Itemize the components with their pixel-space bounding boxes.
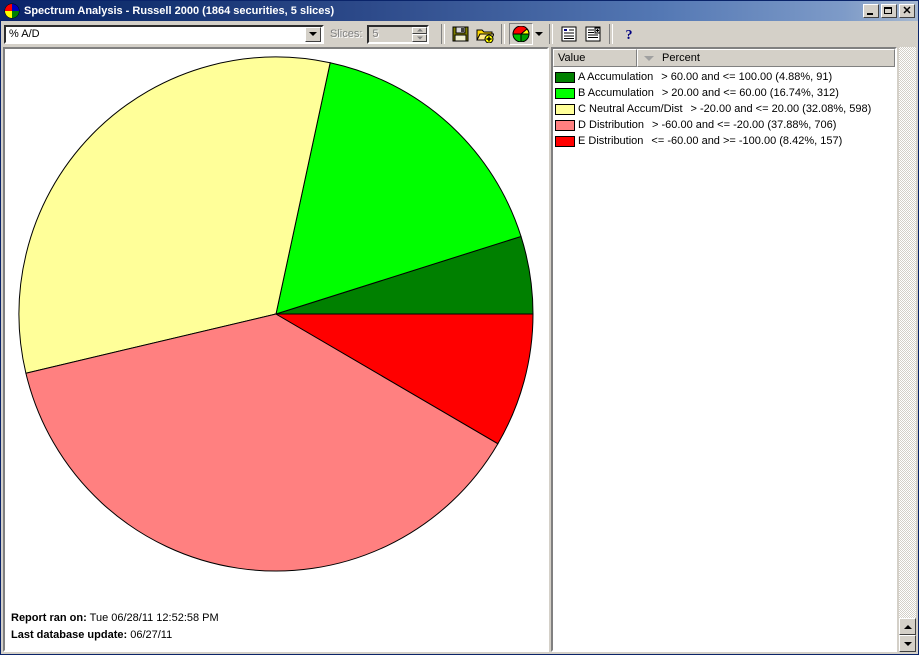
close-icon: ✕ (902, 5, 912, 17)
legend-row-label: C Neutral Accum/Dist (578, 103, 683, 115)
legend-row[interactable]: E Distribution <= -60.00 and >= -100.00 (… (555, 133, 895, 149)
report-ran-value: Tue 06/28/11 12:52:58 PM (89, 612, 219, 624)
report-ran-line: Report ran on: Tue 06/28/11 12:52:58 PM (11, 610, 219, 627)
legend-row-label: A Accumulation (578, 71, 654, 83)
pie-chart[interactable] (5, 49, 547, 650)
legend-color-swatch (555, 135, 575, 147)
legend-header: Value Percent (553, 49, 895, 67)
open-add-button[interactable] (473, 23, 497, 45)
legend-column-percent[interactable]: Percent (637, 49, 895, 67)
legend-row-label: B Accumulation (578, 87, 654, 99)
window-controls: ✕ (863, 4, 916, 18)
pie-chart-svg[interactable] (5, 49, 547, 605)
question-mark-icon: ? (626, 28, 633, 42)
toolbar: % A/D Slices: 5 ? (1, 21, 918, 47)
legend-row-label: E Distribution (578, 135, 644, 147)
report-ran-label: Report ran on: (11, 612, 87, 624)
application-window: Spectrum Analysis - Russell 2000 (1864 s… (0, 0, 919, 655)
minimize-button[interactable] (863, 4, 879, 18)
legend-row[interactable]: B Accumulation > 20.00 and <= 60.00 (16.7… (555, 85, 895, 101)
report-view-button[interactable] (581, 23, 605, 45)
slices-value: 5 (372, 27, 379, 40)
legend-row-range: > 20.00 and <= 60.00 (16.74%, 312) (661, 87, 839, 99)
legend-pane: Value Percent A Accumulation > 60.00 and … (551, 47, 897, 652)
legend-panel: Value Percent A Accumulation > 60.00 and … (551, 47, 897, 652)
legend-color-swatch (555, 71, 575, 83)
pie-chart-view-button[interactable] (509, 23, 534, 45)
toolbar-separator (501, 24, 506, 44)
pie-chart-icon (512, 26, 530, 42)
toolbar-separator (441, 24, 446, 44)
save-button[interactable] (449, 23, 473, 45)
legend-row[interactable]: A Accumulation > 60.00 and <= 100.00 (4.8… (555, 69, 895, 85)
legend-color-swatch (555, 119, 575, 131)
indicator-select[interactable]: % A/D (4, 24, 324, 44)
legend-row[interactable]: C Neutral Accum/Dist > -20.00 and <= 20.0… (555, 101, 895, 117)
content-area: Report ran on: Tue 06/28/11 12:52:58 PM … (1, 47, 918, 654)
pie-chart-dropdown[interactable] (533, 23, 545, 45)
toolbar-separator (609, 24, 614, 44)
list-icon (561, 26, 577, 42)
slices-decrement-button[interactable] (412, 34, 428, 42)
legend-row-range: > -60.00 and <= -20.00 (37.88%, 706) (652, 119, 837, 131)
last-update-label: Last database update: (11, 629, 128, 641)
legend-column-value[interactable]: Value (553, 49, 637, 67)
title-bar: Spectrum Analysis - Russell 2000 (1864 s… (1, 1, 918, 21)
svg-text:?: ? (626, 28, 633, 42)
floppy-disk-icon (452, 26, 469, 41)
slices-increment-button[interactable] (412, 26, 428, 34)
descending-sort-icon (644, 55, 654, 61)
legend-color-swatch (555, 87, 575, 99)
vertical-scrollbar[interactable] (899, 47, 916, 652)
last-update-value: 06/27/11 (130, 629, 173, 641)
legend-row[interactable]: D Distribution > -60.00 and <= -20.00 (37… (555, 117, 895, 133)
scroll-down-button[interactable] (899, 635, 916, 652)
legend-list: A Accumulation > 60.00 and <= 100.00 (4.8… (553, 67, 895, 149)
legend-row-label: D Distribution (578, 119, 645, 131)
legend-column-percent-label: Percent (662, 52, 700, 64)
chevron-down-icon[interactable] (305, 26, 321, 42)
list-view-button[interactable] (557, 23, 581, 45)
scroll-up-button[interactable] (899, 618, 916, 635)
report-footer: Report ran on: Tue 06/28/11 12:52:58 PM … (11, 610, 219, 644)
report-icon (585, 26, 601, 42)
maximize-button[interactable] (881, 4, 897, 18)
legend-column-value-label: Value (558, 52, 586, 64)
help-button[interactable]: ? (617, 23, 641, 45)
folder-add-icon (476, 29, 495, 43)
scrollbar-track[interactable] (899, 47, 916, 618)
legend-color-swatch (555, 103, 575, 115)
chart-pane: Report ran on: Tue 06/28/11 12:52:58 PM … (3, 47, 549, 652)
last-update-line: Last database update: 06/27/11 (11, 627, 219, 644)
window-title: Spectrum Analysis - Russell 2000 (1864 s… (24, 5, 335, 17)
toolbar-separator (549, 24, 554, 44)
pie-chart-icon (4, 3, 20, 19)
slices-stepper[interactable]: 5 (367, 24, 430, 44)
indicator-select-value: % A/D (9, 28, 40, 40)
slices-label: Slices: (330, 28, 363, 40)
legend-row-range: > 60.00 and <= 100.00 (4.88%, 91) (661, 71, 833, 83)
legend-row-range: <= -60.00 and >= -100.00 (8.42%, 157) (651, 135, 843, 147)
close-button[interactable]: ✕ (899, 4, 915, 18)
legend-row-range: > -20.00 and <= 20.00 (32.08%, 598) (690, 103, 872, 115)
